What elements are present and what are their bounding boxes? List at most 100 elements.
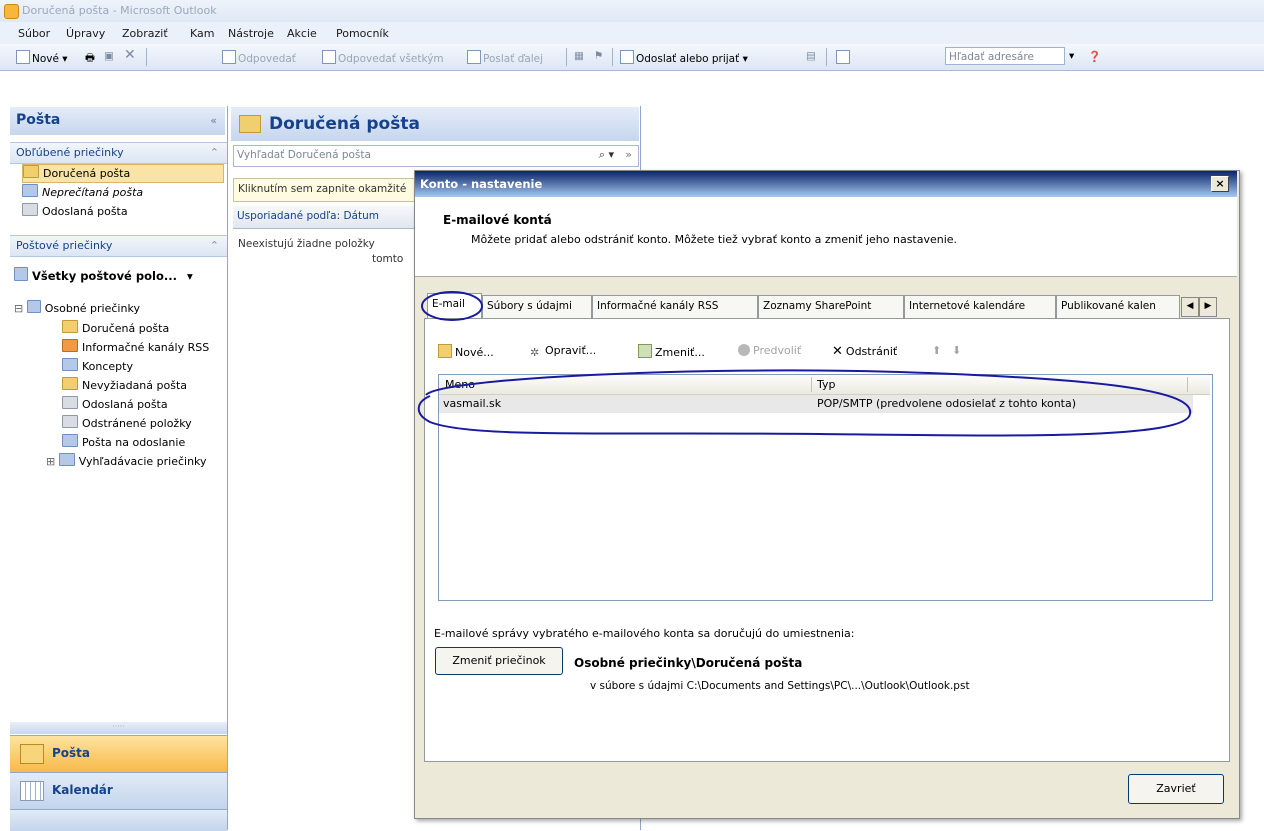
tab-scroll-left-icon[interactable]: ◀ [1181,297,1199,317]
delivery-location-label: E-mailové správy vybratého e-mailového k… [434,627,855,640]
collapse-pane-button[interactable]: « [210,114,217,127]
new-account-icon [438,344,452,358]
menu-view[interactable]: Zobraziť [122,27,168,40]
mail-folders-icon [14,267,28,281]
nav-button-contacts[interactable] [10,809,227,831]
dialog-title-bar: Konto - nastavenie × [415,171,1237,197]
favorite-unread[interactable]: Neprečítaná pošta [22,184,143,199]
remove-account-button[interactable]: ✕ Odstrániť [832,344,897,359]
repair-account-button[interactable]: ✲ Opraviť... [530,344,596,359]
empty-folder-message-2: tomto [372,253,404,265]
personal-folders-root[interactable]: ⊟ Osobné priečinky [14,300,140,315]
reply-all-button[interactable]: Odpovedať všetkým [322,50,444,65]
tab-scroll-right-icon[interactable]: ▶ [1199,297,1217,317]
empty-folder-message: Neexistujú žiadne položky [238,238,375,250]
inbox-folder-icon [62,320,78,333]
new-account-button[interactable]: Nové... [438,344,494,359]
move-up-icon[interactable]: ⬆ [932,344,941,357]
tab-rss-feeds[interactable]: Informačné kanály RSS [592,295,758,318]
menu-help[interactable]: Pomocník [336,27,389,40]
nav-button-calendar[interactable]: Kalendár [10,772,227,809]
splitter-handle[interactable]: ····· [10,722,227,734]
dialog-header: E-mailové kontá Môžete pridať alebo odst… [415,197,1237,277]
set-default-button[interactable]: Predvoliť [738,344,801,357]
reply-button[interactable]: Odpovedať [222,50,296,65]
change-account-button[interactable]: Zmeniť... [638,344,705,359]
menu-tools[interactable]: Nástroje [228,27,274,40]
flag-icon[interactable]: ⚑ [594,50,603,62]
junk-folder-icon [62,377,78,390]
address-book-icon[interactable]: ▤ [806,50,816,62]
forward-button[interactable]: Poslať ďalej [467,50,543,65]
tab-internet-calendars[interactable]: Internetové kalendáre [904,295,1056,318]
new-button[interactable]: Nové ▾ [16,50,68,65]
tab-sharepoint-lists[interactable]: Zoznamy SharePoint [758,295,904,318]
move-down-icon[interactable]: ⬇ [952,344,961,357]
window-title-bar: Doručená pošta - Microsoft Outlook [0,0,1264,23]
chevron-up-icon: ⌃ [209,239,219,252]
move-icon[interactable]: ▣ [104,50,114,62]
dropdown-arrow-icon: ▾ [186,269,193,283]
folder-junk[interactable]: Nevyžiadaná pošta [62,377,187,392]
instant-search-infobar[interactable]: Kliknutím sem zapnite okamžité [233,178,435,202]
folder-inbox[interactable]: Doručená pošta [62,320,169,335]
folder-search-input[interactable]: Vyhľadať Doručená pošta ⌕ ▾ » [233,145,639,167]
menu-go[interactable]: Kam [190,27,214,40]
account-row[interactable]: vasmail.sk POP/SMTP (predvolene odosiela… [439,395,1193,413]
close-dialog-button[interactable]: Zavrieť [1128,774,1224,804]
account-type: POP/SMTP (predvolene odosielať z tohto k… [817,397,1077,410]
arranged-by-header[interactable]: Usporiadané podľa: Dátum [233,206,433,229]
dialog-title: Konto - nastavenie [420,177,543,191]
column-type[interactable]: Typ [817,378,836,391]
default-check-icon [738,344,750,356]
reply-all-icon [322,50,336,64]
menu-file[interactable]: Súbor [18,27,50,40]
favorites-header[interactable]: Obľúbené priečinky ⌃ [10,142,227,164]
mailboxes-header[interactable]: Poštové priečinky ⌃ [10,235,227,257]
deleted-items-icon [62,415,78,428]
rss-folder-icon [62,339,78,352]
expand-search-icon[interactable]: » [625,148,632,161]
column-name[interactable]: Meno [445,378,475,391]
favorite-sent[interactable]: Odoslaná pošta [22,203,128,218]
folder-title: Doručená pošta [269,114,420,134]
folder-drafts[interactable]: Koncepty [62,358,133,373]
folder-outbox[interactable]: Pošta na odoslanie [62,434,185,449]
delete-icon[interactable]: ✕ [124,47,136,63]
expand-tree-icon: ⊞ [46,455,56,468]
nav-button-mail[interactable]: Pošta [10,735,227,772]
send-receive-button[interactable]: Odoslať alebo prijať ▾ [620,50,748,65]
address-book-button[interactable] [836,50,852,65]
folder-search-folders[interactable]: ⊞ Vyhľadávacie priečinky [46,453,207,468]
outlook-icon [4,4,19,19]
close-icon[interactable]: × [1211,176,1229,192]
tab-email[interactable]: E-mail [427,293,482,320]
reply-icon [222,50,236,64]
forward-icon [467,50,481,64]
main-toolbar: Nové ▾ 🖶 ▣ ✕ Odpovedať Odpovedať všetkým… [0,44,1264,71]
repair-icon: ✲ [530,346,540,359]
address-search-input[interactable]: Hľadať adresáre [945,47,1065,65]
search-icon[interactable]: ⌕ ▾ [599,148,614,162]
personal-folders-icon [26,300,41,313]
favorite-inbox[interactable]: Doručená pošta [22,164,224,183]
delivery-folder-path: Osobné priečinky\Doručená pošta [574,656,803,670]
search-folders-icon [58,453,75,466]
address-search-dropdown[interactable]: ▾ [1069,50,1074,62]
menu-actions[interactable]: Akcie [287,27,317,40]
help-icon[interactable]: ❓ [1088,50,1101,63]
print-icon[interactable]: 🖶 [85,50,95,68]
change-folder-button[interactable]: Zmeniť priečinok [435,647,563,675]
folder-sent[interactable]: Odoslaná pošta [62,396,168,411]
search-folder-icon [22,184,38,197]
folder-deleted[interactable]: Odstránené položky [62,415,192,430]
tab-published-calendars[interactable]: Publikované kalen [1056,295,1180,318]
folder-rss[interactable]: Informačné kanály RSS [62,339,209,354]
account-name: vasmail.sk [443,397,502,410]
tab-data-files[interactable]: Súbory s údajmi [482,295,592,318]
categorize-icon[interactable]: ▦ [574,50,584,62]
all-mail-folders-dropdown[interactable]: Všetky poštové polo... ▾ [14,267,193,283]
sent-folder-icon [22,203,38,216]
window-title: Doručená pošta - Microsoft Outlook [22,4,217,17]
menu-edit[interactable]: Úpravy [66,27,105,40]
